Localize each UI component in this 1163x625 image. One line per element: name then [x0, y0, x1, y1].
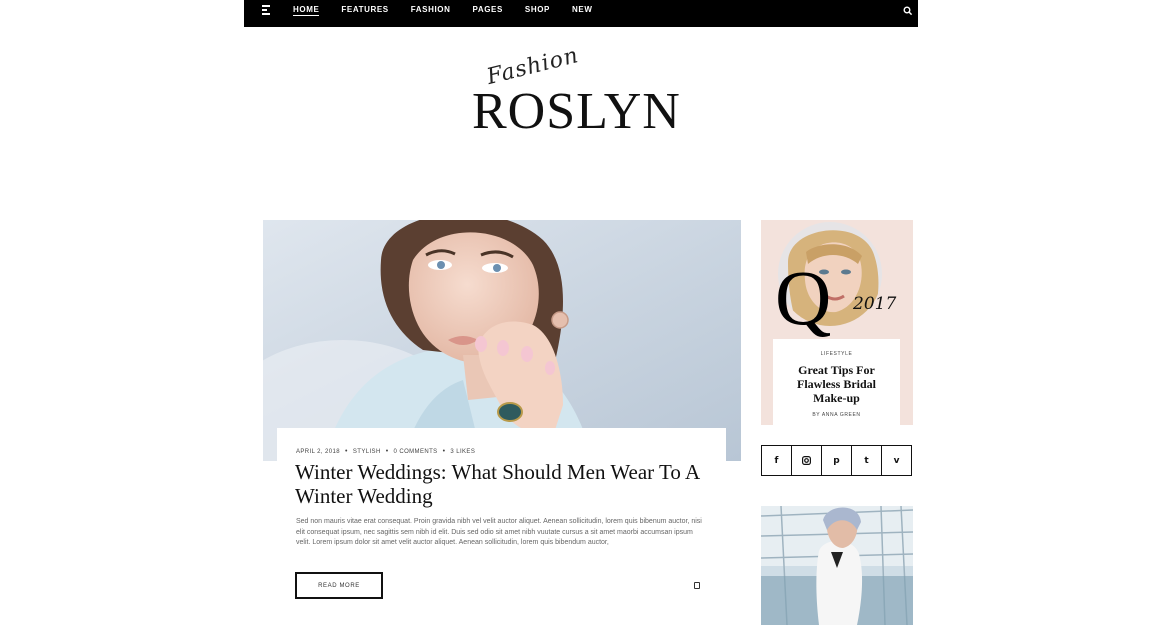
instagram-glyph	[802, 456, 811, 465]
promo-title[interactable]: Great Tips For Flawless Bridal Make-up	[781, 363, 892, 405]
logo-main-text: ROSLYN	[472, 83, 681, 140]
nav-item-features[interactable]: FEATURES	[341, 0, 388, 14]
post-category[interactable]: STYLISH	[353, 449, 381, 455]
promo-category[interactable]: LIFESTYLE	[773, 351, 900, 357]
meta-separator: •	[345, 448, 348, 455]
share-icon[interactable]	[694, 582, 700, 589]
post-meta: APRIL 2, 2018 • STYLISH • 0 COMMENTS • 3…	[296, 448, 475, 455]
facebook-glyph: f	[774, 455, 779, 466]
vimeo-glyph: v	[893, 455, 900, 466]
meta-separator: •	[385, 448, 389, 455]
top-navigation-bar: HOME FEATURES FASHION PAGES SHOP NEW	[244, 0, 918, 27]
hamburger-icon[interactable]	[262, 5, 270, 16]
instagram-icon[interactable]	[792, 446, 822, 475]
pinterest-glyph: p	[833, 455, 840, 466]
read-more-button[interactable]: READ MORE	[295, 572, 383, 599]
featured-post-card: APRIL 2, 2018 • STYLISH • 0 COMMENTS • 3…	[277, 428, 726, 614]
post-likes[interactable]: 3 LIKES	[450, 449, 475, 455]
twitter-glyph: t	[864, 455, 869, 466]
nav-item-fashion[interactable]: FASHION	[411, 0, 451, 14]
post-title[interactable]: Winter Weddings: What Should Men Wear To…	[295, 460, 715, 508]
post-excerpt: Sed non mauris vitae erat consequat. Pro…	[296, 518, 702, 546]
pinterest-icon[interactable]: p	[822, 446, 852, 475]
sidebar-promo[interactable]: Q 2017 LIFESTYLE Great Tips For Flawless…	[761, 220, 913, 425]
search-icon[interactable]	[903, 3, 913, 16]
facebook-icon[interactable]: f	[762, 446, 792, 475]
twitter-icon[interactable]: t	[852, 446, 882, 475]
post-comments[interactable]: 0 COMMENTS	[394, 449, 438, 455]
main-nav: HOME FEATURES FASHION PAGES SHOP NEW	[293, 0, 614, 27]
meta-separator: •	[442, 448, 446, 455]
promo-q-letter: Q	[775, 254, 832, 341]
promo-card: LIFESTYLE Great Tips For Flawless Bridal…	[773, 339, 900, 425]
nav-item-pages[interactable]: PAGES	[473, 0, 503, 14]
vimeo-icon[interactable]: v	[882, 446, 911, 475]
nav-item-shop[interactable]: SHOP	[525, 0, 550, 14]
sidebar-fashion-image[interactable]	[761, 506, 913, 625]
promo-year: 2017	[853, 294, 897, 314]
nav-item-new[interactable]: NEW	[572, 0, 592, 14]
site-logo[interactable]: Fashion ROSLYN	[470, 43, 704, 140]
social-links: f p t v	[761, 445, 912, 476]
nav-item-home[interactable]: HOME	[293, 0, 320, 16]
featured-post-image[interactable]	[263, 220, 741, 461]
post-date[interactable]: APRIL 2, 2018	[296, 449, 340, 455]
promo-author[interactable]: BY ANNA GREEN	[773, 412, 900, 418]
